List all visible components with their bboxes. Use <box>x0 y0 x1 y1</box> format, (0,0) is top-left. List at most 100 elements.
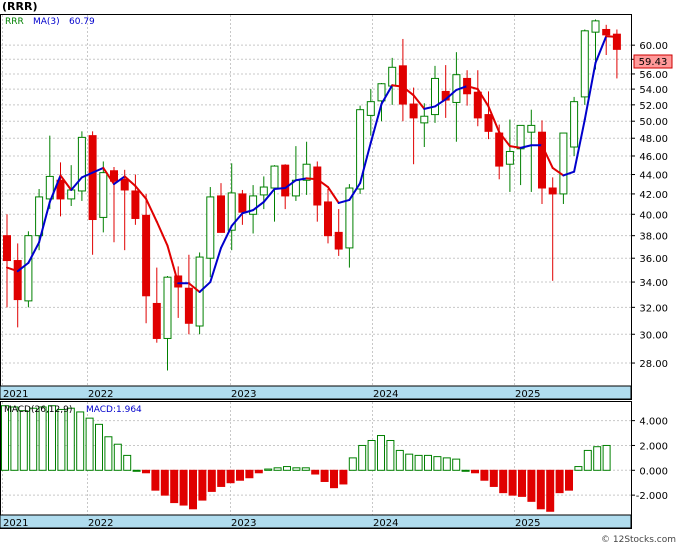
stock-chart: 2021 2022 2023 2024 2025 28.00 30.00 32.00 34.0… <box>0 0 680 546</box>
price-year-label: 2021 <box>3 389 28 400</box>
macd-bar <box>264 468 273 471</box>
macd-bar <box>602 444 611 471</box>
macd-bar <box>57 408 66 471</box>
candle-body <box>505 150 514 165</box>
macd-bar <box>489 469 498 487</box>
macd-bar <box>1 405 9 471</box>
macd-bar <box>386 439 395 471</box>
candle-body <box>152 302 161 339</box>
macd-bar <box>414 454 423 471</box>
price-tick-label: 30.00 <box>639 330 668 341</box>
macd-bar <box>546 469 555 512</box>
macd-bar <box>508 469 517 496</box>
ma-legend-name: MA(3) <box>33 17 60 27</box>
candle-body <box>398 65 407 105</box>
candle-body <box>238 193 247 213</box>
macd-bar <box>405 453 414 471</box>
candle-body <box>431 77 439 116</box>
macd-bar <box>292 467 301 471</box>
macd-year-label: 2024 <box>373 518 398 529</box>
ma-segment <box>305 177 319 181</box>
candle-body <box>420 115 429 124</box>
candle-body <box>67 189 76 200</box>
macd-legend-name: MACD(26,12,9) <box>4 405 72 415</box>
macd-bar <box>301 467 310 471</box>
price-tick-label: 46.00 <box>639 152 668 163</box>
macd-bar <box>66 407 75 471</box>
candle-body <box>270 165 279 189</box>
macd-tick-label: 4.000 <box>639 417 668 428</box>
macd-bar <box>283 466 291 471</box>
macd-year-label: 2025 <box>515 518 540 529</box>
macd-bar <box>160 469 169 496</box>
candle-body <box>77 136 86 192</box>
macd-bar <box>311 469 320 475</box>
price-tick-label: 42.00 <box>639 190 668 201</box>
macd-bar <box>254 469 263 474</box>
candle-body <box>217 195 225 233</box>
macd-bar <box>527 469 536 502</box>
price-tick-label: 54.00 <box>639 85 668 96</box>
price-tick-label: 28.00 <box>639 359 668 370</box>
candle-body <box>324 201 332 237</box>
price-tick-label: 36.00 <box>639 254 668 265</box>
candle-body <box>473 91 482 119</box>
macd-bar <box>38 406 47 471</box>
macd-bar <box>377 435 385 471</box>
candle-body <box>366 101 375 116</box>
ma-segment <box>605 35 618 38</box>
macd-bar <box>170 469 179 504</box>
macd-bar <box>236 469 244 481</box>
macd-bar <box>142 469 150 474</box>
last-price-label: 59.43 <box>639 57 668 68</box>
candle-body <box>24 235 33 302</box>
macd-bar <box>574 466 583 471</box>
macd-year-label: 2022 <box>88 518 113 529</box>
macd-bar <box>320 469 329 482</box>
price-tick-label: 50.00 <box>639 117 668 128</box>
macd-bar <box>555 469 564 494</box>
candle-body <box>99 172 108 218</box>
macd-bar <box>179 469 188 506</box>
macd-bar <box>452 458 461 471</box>
macd-bar <box>583 449 592 471</box>
macd-bar <box>480 469 489 481</box>
ma-segment <box>273 187 287 190</box>
candle-body <box>142 214 151 297</box>
price-year-label: 2025 <box>515 389 540 400</box>
macd-bar <box>48 405 56 471</box>
candle-body <box>184 287 193 324</box>
candle-body <box>3 235 11 262</box>
macd-bar <box>330 469 338 489</box>
candle-body <box>120 178 129 191</box>
candle-body <box>88 135 97 221</box>
candle-body <box>570 101 579 148</box>
macd-bar <box>245 469 254 479</box>
candle-body <box>580 30 589 98</box>
macd-bar <box>217 469 226 487</box>
macd-bar <box>433 456 442 471</box>
candle-body <box>538 131 546 189</box>
macd-bar <box>198 469 207 501</box>
candle-body <box>527 124 536 133</box>
macd-bar <box>113 443 122 471</box>
macd-year-label: 2023 <box>231 518 256 529</box>
candle-body <box>259 186 268 196</box>
macd-bar <box>207 469 216 492</box>
macd-bar <box>123 454 132 471</box>
macd-bar <box>593 446 602 471</box>
candle-body <box>548 187 557 195</box>
macd-bar <box>499 469 508 494</box>
macd-bar <box>226 469 235 484</box>
macd-bar <box>132 469 141 472</box>
candle-body <box>602 28 611 36</box>
macd-bar <box>395 449 404 471</box>
macd-bar <box>471 469 479 474</box>
price-tick-label: 48.00 <box>639 134 668 145</box>
macd-bar <box>339 469 348 485</box>
macd-tick-label: 0.000 <box>639 466 668 477</box>
macd-bar <box>442 457 451 471</box>
candle-body <box>559 132 568 195</box>
candle-body <box>484 114 493 132</box>
price-tick-label: 38.00 <box>639 232 668 243</box>
